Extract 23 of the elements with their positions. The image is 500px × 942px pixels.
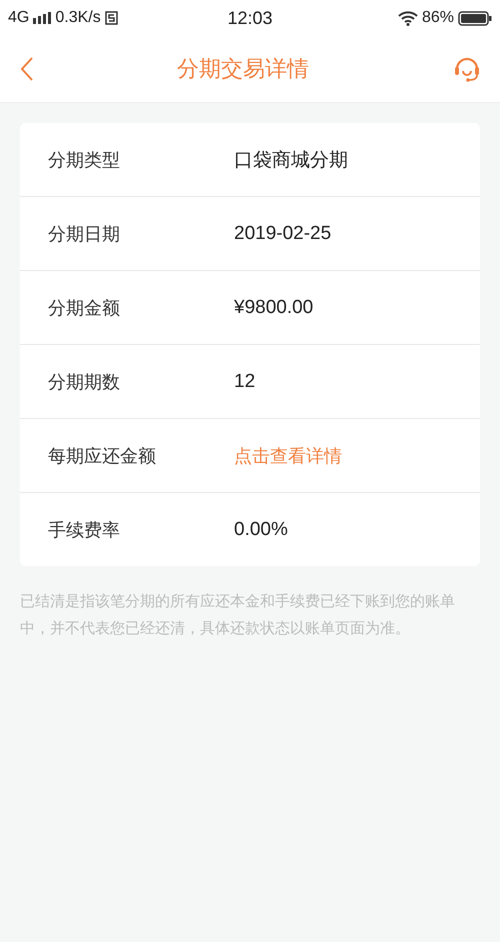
field-value: 2019-02-25 xyxy=(234,222,332,244)
notification-icon xyxy=(104,11,118,25)
field-label: 分期日期 xyxy=(48,222,121,246)
signal-icon xyxy=(33,12,52,24)
back-button[interactable] xyxy=(20,56,34,82)
view-details-link[interactable]: 点击查看详情 xyxy=(234,444,342,468)
network-type: 4G xyxy=(8,9,30,27)
wifi-icon xyxy=(398,10,418,26)
field-label: 分期类型 xyxy=(48,148,121,172)
page-title: 分期交易详情 xyxy=(177,56,309,84)
network-speed: 0.3K/s xyxy=(55,9,101,27)
field-value: ¥9800.00 xyxy=(234,296,314,318)
field-value: 口袋商城分期 xyxy=(234,148,348,172)
field-label: 手续费率 xyxy=(48,518,121,542)
battery-percent: 86% xyxy=(422,9,454,27)
field-label: 每期应还金额 xyxy=(48,444,157,468)
field-value: 0.00% xyxy=(234,518,288,540)
clock: 12:03 xyxy=(227,8,273,28)
note-text: 已结清是指该笔分期的所有应还本金和手续费已经下账到您的账单中，并不代表您已经还清，具体还款状态以账单页面为准。 xyxy=(20,591,456,639)
field-value: 12 xyxy=(234,370,256,392)
field-label: 分期金额 xyxy=(48,296,121,320)
field-label: 分期期数 xyxy=(48,370,121,394)
battery-icon xyxy=(458,10,492,26)
